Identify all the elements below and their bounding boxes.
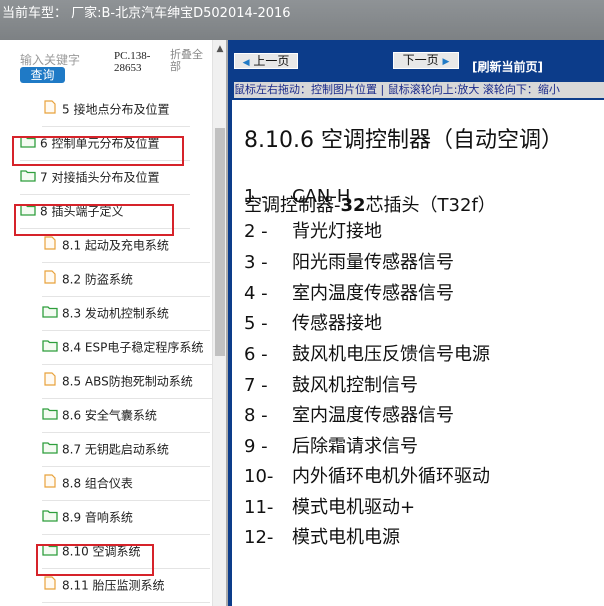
pin-number: 8 - <box>244 405 268 426</box>
pin-description: 内外循环电机外循环驱动 <box>292 466 490 487</box>
pin-description: 室内温度传感器信号 <box>292 405 454 426</box>
tree-item[interactable]: 8.6 安全气囊系统 <box>42 398 210 433</box>
tree-item-label: 8.8 组合仪表 <box>62 476 133 491</box>
pin-description: 鼓风机控制信号 <box>292 375 418 396</box>
pin-number: 5 - <box>244 313 268 334</box>
refresh-page-link[interactable]: [刷新当前页] <box>472 58 543 75</box>
tree-item[interactable]: 7 对接插头分布及位置 <box>20 160 190 195</box>
tree-item-label: 8.2 防盗系统 <box>62 272 133 287</box>
tree-item-label: 8.1 起动及充电系统 <box>62 238 169 253</box>
pin-description: 模式电机电源 <box>292 527 400 548</box>
collapse-all-button[interactable]: 折叠全部 <box>170 49 210 73</box>
page-icon <box>42 93 58 127</box>
tree-item[interactable]: 8.2 防盗系统 <box>42 262 210 297</box>
next-page-button[interactable]: 下一页 ▶ <box>393 52 459 69</box>
pin-row: 5 - 传感器接地 <box>244 309 382 339</box>
subheading-suffix: 芯插头（T32f） <box>365 195 496 216</box>
page-icon <box>42 229 58 263</box>
title-bar: 当前车型： 厂家:B-北京汽车绅宝D502014-2016 <box>0 0 604 40</box>
arrow-right-icon: ▶ <box>442 57 450 67</box>
pin-row: 7 - 鼓风机控制信号 <box>244 371 418 401</box>
tree-item-label: 7 对接插头分布及位置 <box>40 170 160 185</box>
pin-row: 2 - 背光灯接地 <box>244 217 382 247</box>
pin-row: 10- 内外循环电机外循环驱动 <box>244 462 490 492</box>
pin-description: 鼓风机电压反馈信号电源 <box>292 344 490 365</box>
tree-item-label: 5 接地点分布及位置 <box>62 102 170 117</box>
pin-row: 12- 模式电机电源 <box>244 523 400 553</box>
document-pane: ◀ 上一页 下一页 ▶ [刷新当前页] 鼠标左右拖动：控制图片位置 | 鼠标滚轮… <box>228 40 604 606</box>
tree-item[interactable]: 8.1 起动及充电系统 <box>42 228 210 263</box>
tree-item[interactable]: 8.7 无钥匙启动系统 <box>42 432 210 467</box>
pin-number: 6 - <box>244 344 268 365</box>
window-title: 当前车型： 厂家:B-北京汽车绅宝D502014-2016 <box>2 6 291 21</box>
folder-icon <box>42 399 58 433</box>
tree-item-label: 8.11 胎压监测系统 <box>62 578 165 593</box>
pin-row: 3 - 阳光雨量传感器信号 <box>244 248 454 278</box>
pin-number: 1 - <box>244 186 268 207</box>
tree-item-label: 8.4 ESP电子稳定程序系统 <box>62 340 204 355</box>
pin-row: 11- 模式电机驱动+ <box>244 493 415 523</box>
pin-number: 9 - <box>244 436 268 457</box>
section-heading: 8.10.6 空调控制器（自动空调） <box>244 128 563 153</box>
pin-number: 10- <box>244 466 274 487</box>
tree-item-label: 8.3 发动机控制系统 <box>62 306 169 321</box>
keyword-input[interactable]: 输入关键字 <box>20 51 80 68</box>
pin-description: 阳光雨量传感器信号 <box>292 252 454 273</box>
search-row: 输入关键字 查询 PC.138-28653 折叠全部 <box>0 40 212 92</box>
pin-description: 室内温度传感器信号 <box>292 283 454 304</box>
tree-item[interactable]: 8.9 音响系统 <box>42 500 210 535</box>
tree-item[interactable]: 8.11 胎压监测系统 <box>42 568 210 603</box>
tree-item[interactable]: 8.5 ABS防抱死制动系统 <box>42 364 217 399</box>
pin-number: 12- <box>244 527 274 548</box>
tree-item-label: 8.6 安全气囊系统 <box>62 408 157 423</box>
pin-row: 9 - 后除霜请求信号 <box>244 432 418 462</box>
folder-icon <box>42 331 58 365</box>
next-page-label: 下一页 <box>402 53 439 67</box>
page-icon <box>42 365 58 399</box>
arrow-left-icon: ◀ <box>242 58 250 68</box>
page-icon <box>42 569 58 603</box>
pin-row: 6 - 鼓风机电压反馈信号电源 <box>244 340 490 370</box>
sidebar: 输入关键字 查询 PC.138-28653 折叠全部 5 接地点分布及位置 6 控… <box>0 40 228 606</box>
pin-description: 后除霜请求信号 <box>292 436 418 457</box>
pin-description: 背光灯接地 <box>292 221 382 242</box>
page-icon <box>42 467 58 501</box>
document-page[interactable]: 8.10.6 空调控制器（自动空调） 空调控制器-32芯插头（T32f） 1 -… <box>232 100 604 606</box>
page-nav: ◀ 上一页 下一页 ▶ [刷新当前页] <box>228 40 604 80</box>
pc-code-label: PC.138-28653 <box>114 50 151 74</box>
hint-bar: 鼠标左右拖动：控制图片位置 | 鼠标滚轮向上:放大 滚轮向下：缩小 <box>234 82 604 98</box>
tree-item-label: 8.9 音响系统 <box>62 510 133 525</box>
pin-row: 1 - CAN-H <box>244 186 350 216</box>
tree-item[interactable]: 8.4 ESP电子稳定程序系统 <box>42 330 217 365</box>
pin-row: 8 - 室内温度传感器信号 <box>244 401 454 431</box>
scroll-thumb[interactable] <box>215 128 225 356</box>
pin-number: 4 - <box>244 283 268 304</box>
folder-icon <box>42 297 58 331</box>
scroll-up-arrow-icon[interactable]: ▲ <box>213 42 227 56</box>
sidebar-scrollbar[interactable]: ▲ <box>212 40 227 606</box>
folder-icon <box>42 501 58 535</box>
folder-icon <box>42 433 58 467</box>
pin-row: 4 - 室内温度传感器信号 <box>244 279 454 309</box>
tree-item-label: 8.5 ABS防抱死制动系统 <box>62 374 193 389</box>
prev-page-button[interactable]: ◀ 上一页 <box>234 53 298 69</box>
pin-number: 11- <box>244 497 274 518</box>
pin-number: 2 - <box>244 221 268 242</box>
prev-page-label: 上一页 <box>253 54 290 68</box>
tree-item[interactable]: 5 接地点分布及位置 <box>42 92 190 127</box>
tree-item[interactable]: 8.8 组合仪表 <box>42 466 210 501</box>
search-button[interactable]: 查询 <box>20 67 65 83</box>
pin-description: CAN-H <box>292 186 351 207</box>
pin-number: 7 - <box>244 375 268 396</box>
pin-description: 模式电机驱动+ <box>292 497 416 518</box>
pin-number: 3 - <box>244 252 268 273</box>
pin-description: 传感器接地 <box>292 313 382 334</box>
folder-icon <box>20 161 36 195</box>
tree-item-label: 8.7 无钥匙启动系统 <box>62 442 169 457</box>
tree-item[interactable]: 8.3 发动机控制系统 <box>42 296 210 331</box>
page-icon <box>42 263 58 297</box>
